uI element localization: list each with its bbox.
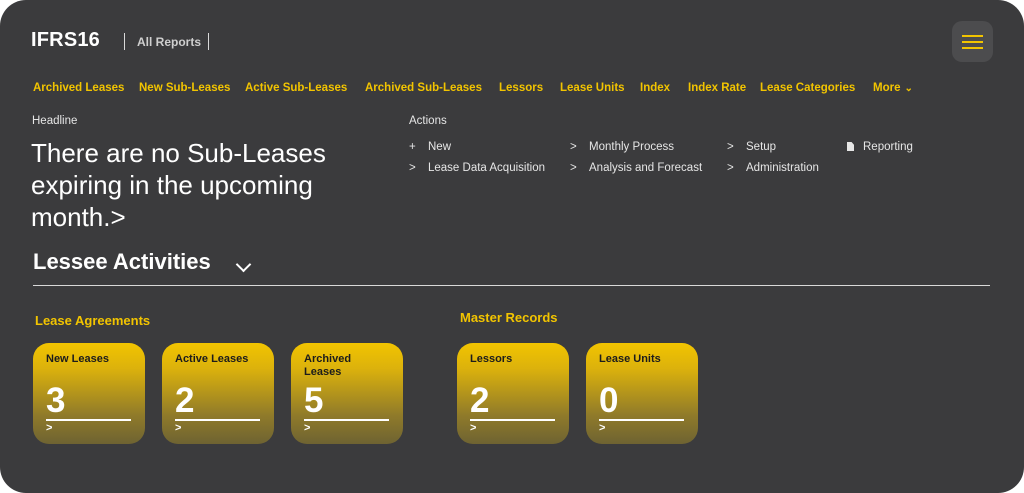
nav-more[interactable]: More ⌄ [873, 82, 913, 94]
card-value: 3 [46, 381, 66, 420]
nav-archived-sub-leases[interactable]: Archived Sub-Leases [365, 82, 482, 94]
chevron-right-icon: > [570, 141, 577, 153]
header-separator [124, 33, 125, 50]
card-archived-leases[interactable]: Archived Leases 5 > [291, 343, 403, 444]
card-underline [304, 419, 389, 421]
card-underline [46, 419, 131, 421]
card-lessors[interactable]: Lessors 2 > [457, 343, 569, 444]
card-new-leases[interactable]: New Leases 3 > [33, 343, 145, 444]
header-separator [208, 33, 209, 50]
headline-text[interactable]: There are no Sub-Leases expiring in the … [31, 137, 391, 233]
chevron-right-icon: > [599, 422, 606, 434]
all-reports-link[interactable]: All Reports [137, 35, 201, 49]
action-monthly-process[interactable]: > Monthly Process [570, 141, 674, 153]
headline-label: Headline [32, 115, 78, 127]
nav-lease-units[interactable]: Lease Units [560, 82, 625, 94]
card-value: 2 [470, 381, 490, 420]
nav-new-sub-leases[interactable]: New Sub-Leases [139, 82, 230, 94]
nav-lease-categories[interactable]: Lease Categories [760, 82, 855, 94]
section-divider [33, 285, 990, 286]
action-setup[interactable]: > Setup [727, 141, 776, 153]
chevron-right-icon: > [175, 422, 182, 434]
action-administration[interactable]: > Administration [727, 162, 819, 174]
action-label: Administration [746, 162, 819, 174]
action-analysis-and-forecast[interactable]: > Analysis and Forecast [570, 162, 702, 174]
nav-lessors[interactable]: Lessors [499, 82, 543, 94]
card-underline [470, 419, 555, 421]
action-label: Reporting [863, 141, 913, 153]
nav-more-label: More [873, 82, 901, 94]
chevron-right-icon: > [46, 422, 53, 434]
chevron-right-icon: > [304, 422, 311, 434]
card-label: New Leases [46, 353, 109, 365]
action-label: Analysis and Forecast [589, 162, 703, 174]
action-label: Monthly Process [589, 141, 675, 153]
chevron-right-icon: > [727, 141, 734, 153]
nav-index-rate[interactable]: Index Rate [688, 82, 746, 94]
card-label: Lessors [470, 353, 513, 365]
chevron-down-icon: ⌄ [904, 83, 913, 94]
nav-archived-leases[interactable]: Archived Leases [33, 82, 124, 94]
action-label: Setup [746, 141, 777, 153]
card-underline [599, 419, 684, 421]
section-title[interactable]: Lessee Activities [33, 249, 211, 275]
chevron-right-icon: > [409, 162, 416, 174]
action-label: Lease Data Acquisition [428, 162, 545, 174]
action-new[interactable]: + New [409, 141, 451, 153]
menu-button[interactable] [952, 21, 993, 62]
card-lease-units[interactable]: Lease Units 0 > [586, 343, 698, 444]
card-label: Archived Leases [304, 353, 352, 378]
card-label: Lease Units [599, 353, 661, 365]
document-icon [847, 142, 854, 151]
card-underline [175, 419, 260, 421]
card-active-leases[interactable]: Active Leases 2 > [162, 343, 274, 444]
action-reporting[interactable]: Reporting [847, 141, 913, 153]
chevron-right-icon: > [570, 162, 577, 174]
card-label: Active Leases [175, 353, 249, 365]
chevron-down-icon[interactable] [235, 256, 252, 273]
card-value: 0 [599, 381, 619, 420]
card-value: 5 [304, 381, 324, 420]
action-lease-data-acquisition[interactable]: > Lease Data Acquisition [409, 162, 545, 174]
lease-agreements-label: Lease Agreements [35, 313, 151, 328]
actions-label: Actions [409, 115, 447, 127]
nav-index[interactable]: Index [640, 82, 670, 94]
card-value: 2 [175, 381, 195, 420]
plus-icon: + [409, 141, 416, 153]
app-window: IFRS16 All Reports Archived Leases New S… [0, 0, 1024, 493]
master-records-label: Master Records [460, 310, 558, 325]
chevron-right-icon: > [727, 162, 734, 174]
app-title: IFRS16 [31, 29, 101, 51]
action-label: New [428, 141, 452, 153]
nav-active-sub-leases[interactable]: Active Sub-Leases [245, 82, 347, 94]
chevron-right-icon: > [470, 422, 477, 434]
